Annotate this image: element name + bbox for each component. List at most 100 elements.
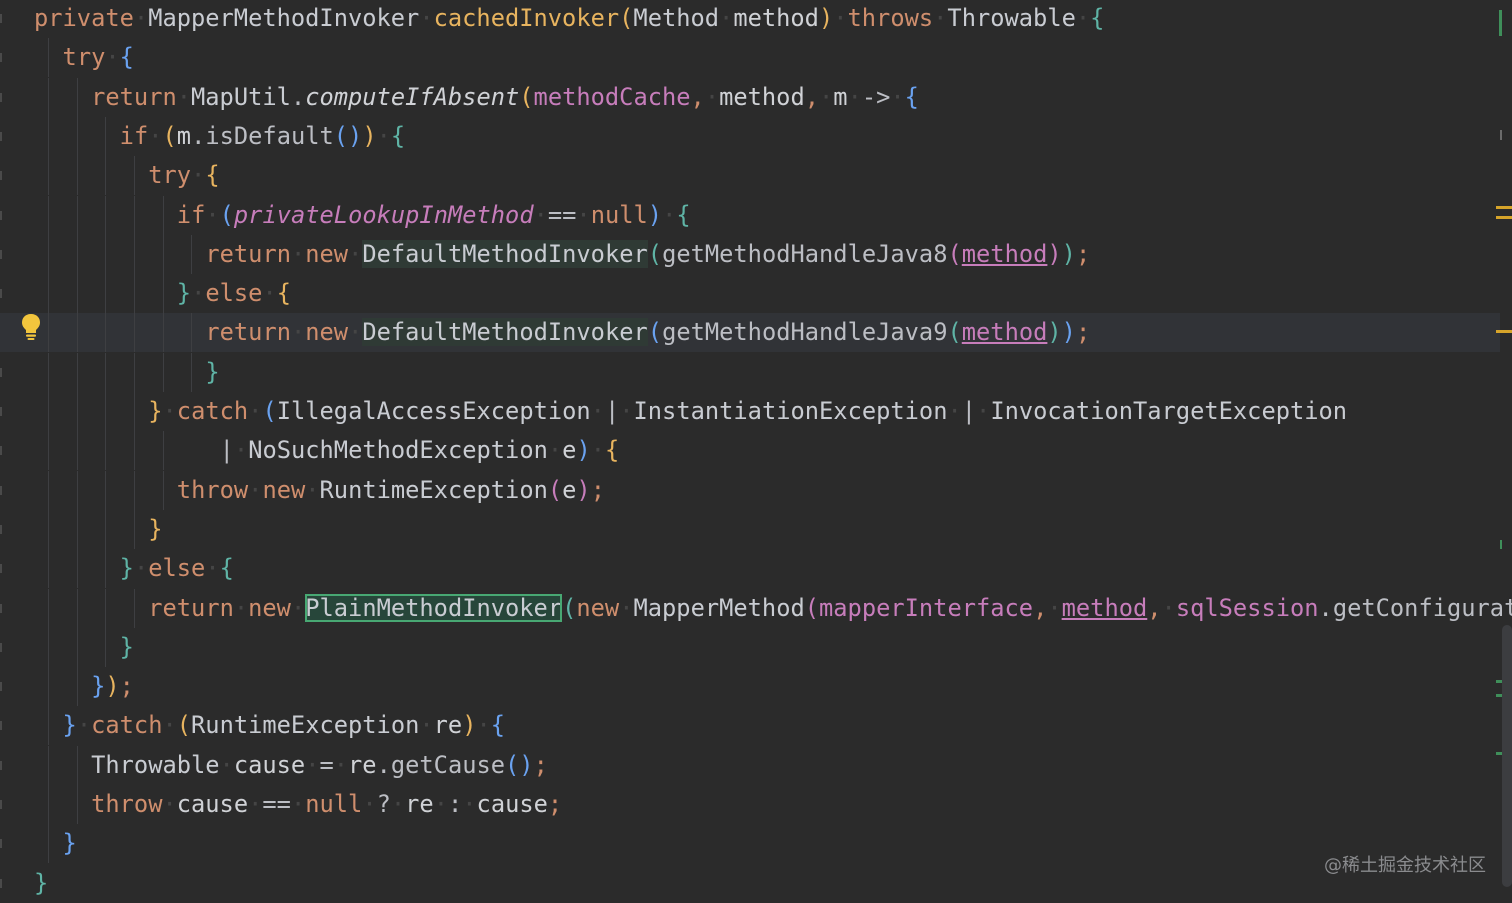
code-line[interactable]: return·MapUtil.computeIfAbsent(methodCac…: [0, 77, 1500, 117]
change-marker[interactable]: [1500, 540, 1502, 549]
indent-guide: [76, 116, 78, 156]
code-token: PlainMethodInvoker: [305, 593, 563, 622]
code-token: ·: [390, 790, 406, 818]
code-token: (: [262, 397, 277, 425]
code-editor[interactable]: private·MapperMethodInvoker·cachedInvoke…: [0, 0, 1512, 903]
code-token: ·: [248, 790, 263, 818]
indent-guide: [48, 431, 50, 471]
warning-marker[interactable]: [1496, 216, 1512, 219]
code-line[interactable]: }: [0, 824, 1500, 864]
indent-guide: [133, 195, 135, 235]
code-text: private·MapperMethodInvoker·cachedInvoke…: [34, 0, 1104, 38]
code-token: ): [1061, 239, 1076, 268]
code-token: ·: [105, 43, 120, 72]
indent-guide: [48, 38, 50, 78]
code-lines[interactable]: private·MapperMethodInvoker·cachedInvoke…: [0, 0, 1512, 903]
indent-guide: [76, 745, 78, 785]
code-token: cause: [233, 750, 306, 779]
change-marker[interactable]: [1499, 10, 1502, 36]
code-token: }: [205, 357, 220, 386]
indent-guide: [105, 274, 107, 314]
code-line[interactable]: }·else·{: [0, 274, 1500, 314]
code-token: (: [219, 200, 234, 229]
code-token: re: [405, 790, 434, 818]
code-token: ·: [1047, 593, 1062, 622]
code-token: new: [305, 318, 349, 347]
code-token: method: [719, 82, 805, 111]
code-text: }: [34, 864, 48, 903]
code-token: ·: [376, 121, 391, 150]
warning-marker[interactable]: [1496, 330, 1512, 333]
code-line[interactable]: }·else·{: [0, 549, 1500, 589]
code-line[interactable]: }: [0, 864, 1500, 903]
code-token: ·: [576, 200, 591, 229]
code-token: isDefault: [205, 121, 334, 150]
code-token: ·: [419, 4, 434, 32]
indent-guide: [162, 274, 164, 314]
code-token: (): [333, 121, 363, 150]
code-line[interactable]: }·catch·(RuntimeException·re)·{: [0, 706, 1500, 746]
code-token: |: [961, 397, 977, 425]
indent-guide: [105, 509, 107, 549]
code-line[interactable]: |·NoSuchMethodException·e)·{: [0, 431, 1500, 471]
code-line[interactable]: });: [0, 667, 1500, 707]
change-marker[interactable]: [1500, 130, 1502, 140]
code-token: ·: [191, 161, 206, 190]
code-line[interactable]: return·new·PlainMethodInvoker(new·Mapper…: [0, 588, 1512, 628]
code-token: ·: [719, 4, 734, 32]
code-line[interactable]: throw·cause·==·null·?·re·:·cause;: [0, 785, 1500, 824]
code-token: ): [105, 672, 120, 701]
code-token: InvocationTargetException: [990, 397, 1348, 425]
indent-guide: [105, 549, 107, 589]
indent-guide: [105, 116, 107, 156]
code-token: ,: [690, 82, 705, 111]
code-token: .: [376, 750, 391, 779]
code-token: ·: [191, 279, 206, 308]
code-token: }: [176, 279, 192, 308]
indent-guide: [191, 234, 193, 274]
code-token: ·: [704, 82, 720, 111]
code-line[interactable]: try·{: [0, 38, 1500, 78]
code-line[interactable]: }·catch·(IllegalAccessException·|·Instan…: [0, 392, 1500, 431]
code-token: ·: [205, 200, 220, 229]
code-token: ==: [547, 200, 577, 229]
code-token: null: [305, 790, 363, 818]
code-token: ·: [233, 593, 249, 622]
indent-guide: [48, 509, 50, 549]
code-token: cachedInvoker: [433, 4, 620, 32]
indent-guide: [48, 274, 50, 314]
code-line[interactable]: if·(privateLookupInMethod·==·null)·{: [0, 195, 1500, 235]
code-line[interactable]: return·new·DefaultMethodInvoker(getMetho…: [0, 313, 1500, 353]
code-text: return·new·DefaultMethodInvoker(getMetho…: [205, 313, 1090, 352]
code-line[interactable]: }: [0, 509, 1500, 549]
code-token: ·: [419, 711, 434, 740]
code-line[interactable]: Throwable·cause·=·re.getCause();: [0, 745, 1500, 785]
indent-guide: [105, 431, 107, 471]
code-token: ): [362, 121, 377, 150]
code-line[interactable]: private·MapperMethodInvoker·cachedInvoke…: [0, 0, 1500, 38]
code-line[interactable]: return·new·DefaultMethodInvoker(getMetho…: [0, 234, 1500, 274]
code-token: |: [604, 397, 620, 425]
code-token: {: [605, 436, 620, 465]
code-line[interactable]: throw·new·RuntimeException(e);: [0, 470, 1500, 510]
code-line[interactable]: try·{: [0, 156, 1500, 196]
code-token: {: [676, 200, 691, 229]
lightbulb-icon[interactable]: [20, 313, 42, 341]
code-token: ·: [833, 4, 848, 32]
vertical-scrollbar-thumb[interactable]: [1502, 625, 1512, 887]
code-token: ): [818, 4, 834, 32]
code-token: ·: [933, 4, 948, 32]
code-line[interactable]: }: [0, 627, 1500, 667]
code-token: new: [248, 593, 291, 622]
code-line[interactable]: }: [0, 352, 1500, 392]
warning-marker[interactable]: [1496, 206, 1512, 209]
indent-guide: [76, 77, 78, 117]
code-token: new: [305, 239, 349, 268]
code-text: try·{: [148, 156, 219, 195]
code-token: method: [961, 318, 1048, 347]
code-token: ·: [176, 82, 192, 111]
code-line[interactable]: if·(m.isDefault())·{: [0, 116, 1500, 156]
indent-guide: [162, 470, 164, 510]
code-token: return: [205, 318, 291, 347]
indent-guide: [48, 588, 50, 628]
